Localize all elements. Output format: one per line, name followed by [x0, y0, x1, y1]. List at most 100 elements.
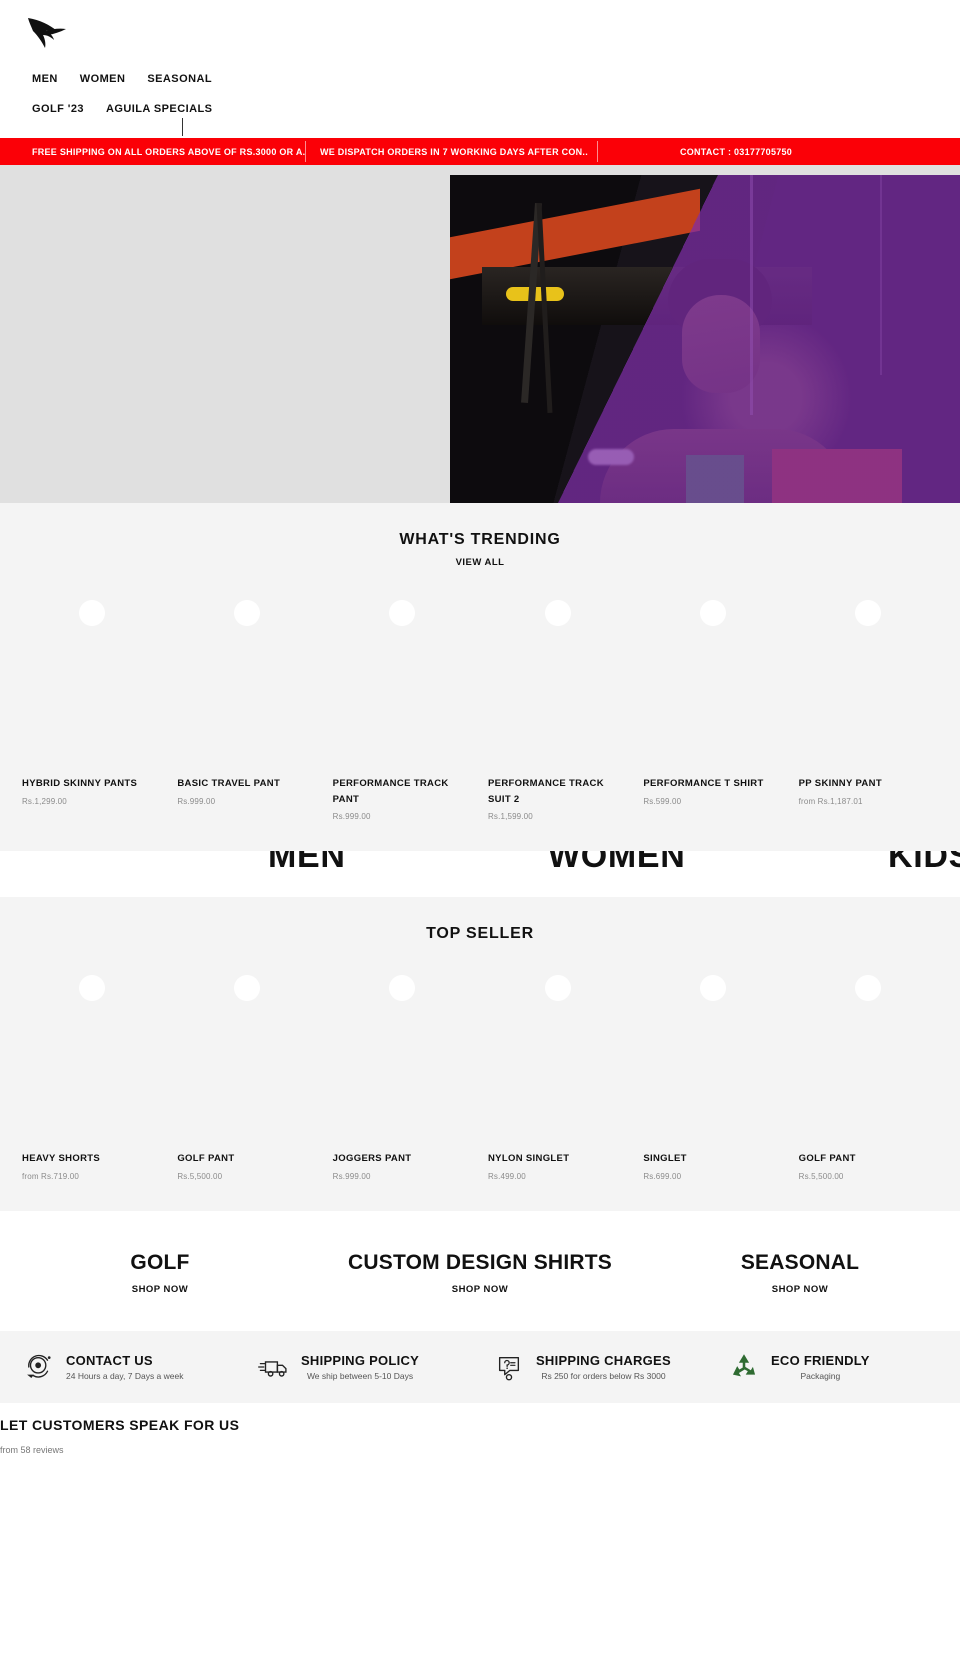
product-price: Rs.999.00 — [332, 812, 371, 822]
service-text: CONTACT US 24 Hours a day, 7 Days a week — [66, 1353, 184, 1381]
promo-title: SEASONAL — [740, 1251, 860, 1275]
product-image — [177, 590, 316, 770]
service-shipping-policy: SHIPPING POLICY We ship between 5-10 Day… — [245, 1350, 480, 1384]
eagle-logo-icon — [28, 18, 66, 48]
product-card[interactable]: SINGLET Rs.699.00 — [635, 965, 790, 1181]
category-tile-men[interactable]: MEN — [268, 851, 346, 876]
promo-tiles: GOLF SHOP NOW CUSTOM DESIGN SHIRTS SHOP … — [0, 1211, 960, 1332]
hero-image — [450, 175, 960, 503]
trending-product-grid: HYBRID SKINNY PANTS Rs.1,299.00 BASIC TR… — [0, 590, 960, 821]
product-card[interactable]: PERFORMANCE TRACK PANT Rs.999.00 — [325, 590, 480, 821]
service-subtitle: 24 Hours a day, 7 Days a week — [66, 1371, 184, 1382]
product-title: BASIC TRAVEL PANT — [177, 778, 281, 789]
service-subtitle: We ship between 5-10 Days — [306, 1371, 414, 1382]
promo-title: CUSTOM DESIGN SHIRTS — [347, 1251, 612, 1275]
trending-title: WHAT'S TRENDING — [399, 531, 561, 548]
product-price: Rs.5,500.00 — [177, 1172, 223, 1182]
recycle-icon — [732, 1354, 756, 1377]
product-price: from Rs.1,187.01 — [798, 796, 863, 806]
service-contact-us: CONTACT US 24 Hours a day, 7 Days a week — [10, 1350, 245, 1384]
question-chat-icon — [498, 1356, 520, 1381]
promo-tile-golf[interactable]: GOLF SHOP NOW — [0, 1251, 320, 1297]
product-image — [488, 965, 627, 1145]
product-image — [22, 590, 161, 770]
announcement-bar: FREE SHIPPING ON ALL ORDERS ABOVE OF RS.… — [0, 138, 960, 165]
product-card[interactable]: PERFORMANCE T SHIRT Rs.599.00 — [635, 590, 790, 821]
hero-color-overlay — [450, 175, 960, 503]
loading-spinner-icon — [389, 600, 416, 626]
loading-spinner-icon — [699, 975, 726, 1002]
category-tile-women[interactable]: WOMEN — [548, 851, 686, 876]
nav-item-women[interactable]: WOMEN — [80, 73, 126, 85]
product-title: PERFORMANCE T SHIRT — [643, 778, 764, 789]
product-price: Rs.499.00 — [487, 1172, 526, 1182]
product-title: PERFORMANCE TRACK PANT — [332, 778, 449, 805]
promo-tile-custom-design-shirts[interactable]: CUSTOM DESIGN SHIRTS SHOP NOW — [320, 1251, 640, 1297]
loading-spinner-icon — [389, 975, 416, 1002]
nav-row-primary: MEN WOMEN SEASONAL — [32, 64, 960, 94]
promo-shop-now-link[interactable]: SHOP NOW — [132, 1284, 188, 1295]
main-navigation: MEN WOMEN SEASONAL GOLF '23 AGUILA SPECI… — [0, 64, 960, 124]
promo-shop-now-link[interactable]: SHOP NOW — [772, 1284, 828, 1295]
loading-spinner-icon — [233, 975, 260, 1002]
hero-banner[interactable] — [0, 165, 960, 503]
product-card[interactable]: PERFORMANCE TRACK SUIT 2 Rs.1,599.00 — [480, 590, 635, 821]
loading-spinner-icon — [699, 600, 726, 626]
logo-link[interactable] — [0, 8, 960, 58]
product-title: GOLF PANT — [798, 1153, 856, 1165]
loading-spinner-icon — [78, 600, 105, 626]
service-text: SHIPPING CHARGES Rs 250 for orders below… — [536, 1353, 671, 1381]
site-header: MEN WOMEN SEASONAL GOLF '23 AGUILA SPECI… — [0, 0, 960, 138]
product-title: JOGGERS PANT — [332, 1153, 412, 1165]
product-card[interactable]: GOLF PANT Rs.5,500.00 — [169, 965, 324, 1181]
product-card[interactable]: BASIC TRAVEL PANT Rs.999.00 — [169, 590, 324, 821]
product-card[interactable]: JOGGERS PANT Rs.999.00 — [325, 965, 480, 1181]
category-tile-kids[interactable]: KIDS — [888, 851, 960, 876]
product-price: Rs.1,299.00 — [22, 796, 67, 806]
top-seller-section: TOP SELLER HEAVY SHORTS from Rs.719.00 G… — [0, 897, 960, 1212]
top-seller-title: TOP SELLER — [426, 925, 534, 943]
reviews-section: LET CUSTOMERS SPEAK FOR US from 58 revie… — [0, 1403, 960, 1456]
announcement-divider — [305, 141, 306, 162]
announcement-contact: CONTACT : 03177705750 — [680, 146, 793, 157]
product-card[interactable]: PP SKINNY PANT from Rs.1,187.01 — [791, 590, 946, 821]
product-card[interactable]: NYLON SINGLET Rs.499.00 — [480, 965, 635, 1181]
product-price: Rs.699.00 — [643, 1172, 682, 1182]
category-banner-strip: MEN WOMEN KIDS — [0, 851, 960, 898]
product-title: SINGLET — [643, 1153, 687, 1165]
product-image — [22, 965, 161, 1145]
product-card[interactable]: HYBRID SKINNY PANTS Rs.1,299.00 — [14, 590, 169, 821]
nav-item-golf-23[interactable]: GOLF '23 — [32, 103, 84, 115]
service-highlights-bar: CONTACT US 24 Hours a day, 7 Days a week… — [0, 1331, 960, 1404]
nav-item-men[interactable]: MEN — [32, 73, 58, 85]
product-image — [333, 965, 472, 1145]
product-image — [799, 590, 938, 770]
loading-spinner-icon — [544, 975, 571, 1002]
loading-spinner-icon — [544, 600, 571, 626]
trending-section: WHAT'S TRENDING VIEW ALL HYBRID SKINNY P… — [0, 503, 960, 852]
product-image — [643, 590, 782, 770]
product-image — [643, 965, 782, 1145]
product-card[interactable]: GOLF PANT Rs.5,500.00 — [791, 965, 946, 1181]
product-price: Rs.999.00 — [332, 1172, 371, 1182]
trending-view-all-link[interactable]: VIEW ALL — [0, 557, 960, 568]
product-image — [799, 965, 938, 1145]
nav-item-seasonal[interactable]: SEASONAL — [147, 73, 212, 85]
nav-item-aguila-specials[interactable]: AGUILA SPECIALS — [106, 103, 212, 115]
service-text: SHIPPING POLICY We ship between 5-10 Day… — [301, 1353, 419, 1381]
product-title: HEAVY SHORTS — [22, 1153, 101, 1165]
product-card[interactable]: HEAVY SHORTS from Rs.719.00 — [14, 965, 169, 1181]
promo-tile-seasonal[interactable]: SEASONAL SHOP NOW — [640, 1251, 960, 1297]
delivery-truck-icon — [258, 1361, 287, 1377]
service-title: SHIPPING POLICY — [301, 1353, 420, 1369]
announcement-divider — [597, 141, 598, 162]
announcement-dispatch: WE DISPATCH ORDERS IN 7 WORKING DAYS AFT… — [320, 146, 588, 157]
service-title: ECO FRIENDLY — [771, 1353, 870, 1369]
product-image — [177, 965, 316, 1145]
promo-shop-now-link[interactable]: SHOP NOW — [452, 1284, 508, 1295]
service-subtitle: Rs 250 for orders below Rs 3000 — [541, 1371, 666, 1382]
product-title: GOLF PANT — [177, 1153, 235, 1165]
product-price: from Rs.719.00 — [22, 1172, 79, 1182]
service-shipping-charges: SHIPPING CHARGES Rs 250 for orders below… — [480, 1350, 715, 1384]
service-subtitle: Packaging — [800, 1371, 841, 1382]
